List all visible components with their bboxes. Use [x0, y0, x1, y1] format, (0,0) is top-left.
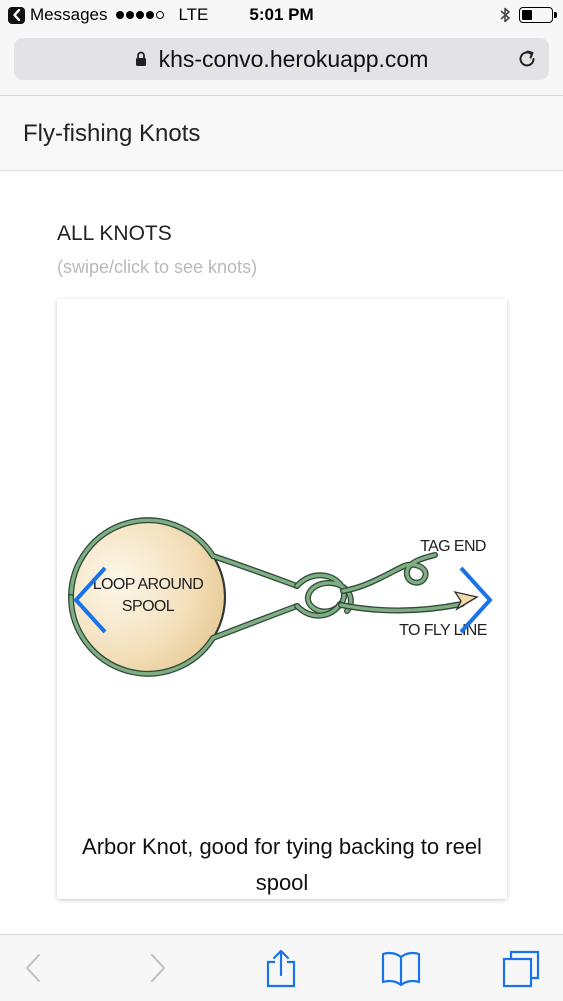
tag-end-label: TAG END	[420, 538, 486, 555]
bluetooth-icon	[500, 7, 510, 23]
forward-icon[interactable]	[145, 949, 171, 987]
arbor-knot-illustration: LOOP AROUND SPOOL TAG END TO FLY LINE	[68, 517, 487, 677]
battery-icon	[519, 7, 557, 23]
address-bar[interactable]: khs-convo.herokuapp.com	[14, 38, 549, 80]
status-right	[499, 6, 557, 24]
status-time: 5:01 PM	[249, 5, 314, 24]
share-icon[interactable]	[263, 949, 299, 989]
browser-address-area: khs-convo.herokuapp.com	[0, 30, 563, 96]
spool-label-line2: SPOOL	[122, 598, 175, 615]
page-title: Fly-fishing Knots	[23, 120, 201, 147]
bookmarks-icon[interactable]	[380, 949, 422, 987]
reload-icon[interactable]	[516, 48, 538, 70]
back-icon[interactable]	[20, 949, 46, 987]
main-content: ALL KNOTS (swipe/click to see knots) LOO…	[0, 172, 563, 934]
section-title: ALL KNOTS	[57, 222, 172, 245]
section-hint: (swipe/click to see knots)	[57, 257, 258, 277]
previous-knot-arrow-icon[interactable]	[71, 565, 111, 635]
knot-carousel-card[interactable]: LOOP AROUND SPOOL TAG END TO FLY LINE Ar…	[57, 299, 507, 899]
battery-level	[522, 10, 532, 20]
browser-toolbar	[0, 934, 563, 1001]
url-text[interactable]: khs-convo.herokuapp.com	[159, 46, 429, 73]
lock-icon	[135, 51, 146, 66]
knot-caption: Arbor Knot, good for tying backing to re…	[82, 834, 482, 895]
next-knot-arrow-icon[interactable]	[455, 565, 495, 635]
page-header: Fly-fishing Knots	[0, 97, 563, 171]
tabs-icon[interactable]	[500, 949, 542, 989]
status-bar: Messages LTE 5:01 PM	[0, 0, 563, 30]
